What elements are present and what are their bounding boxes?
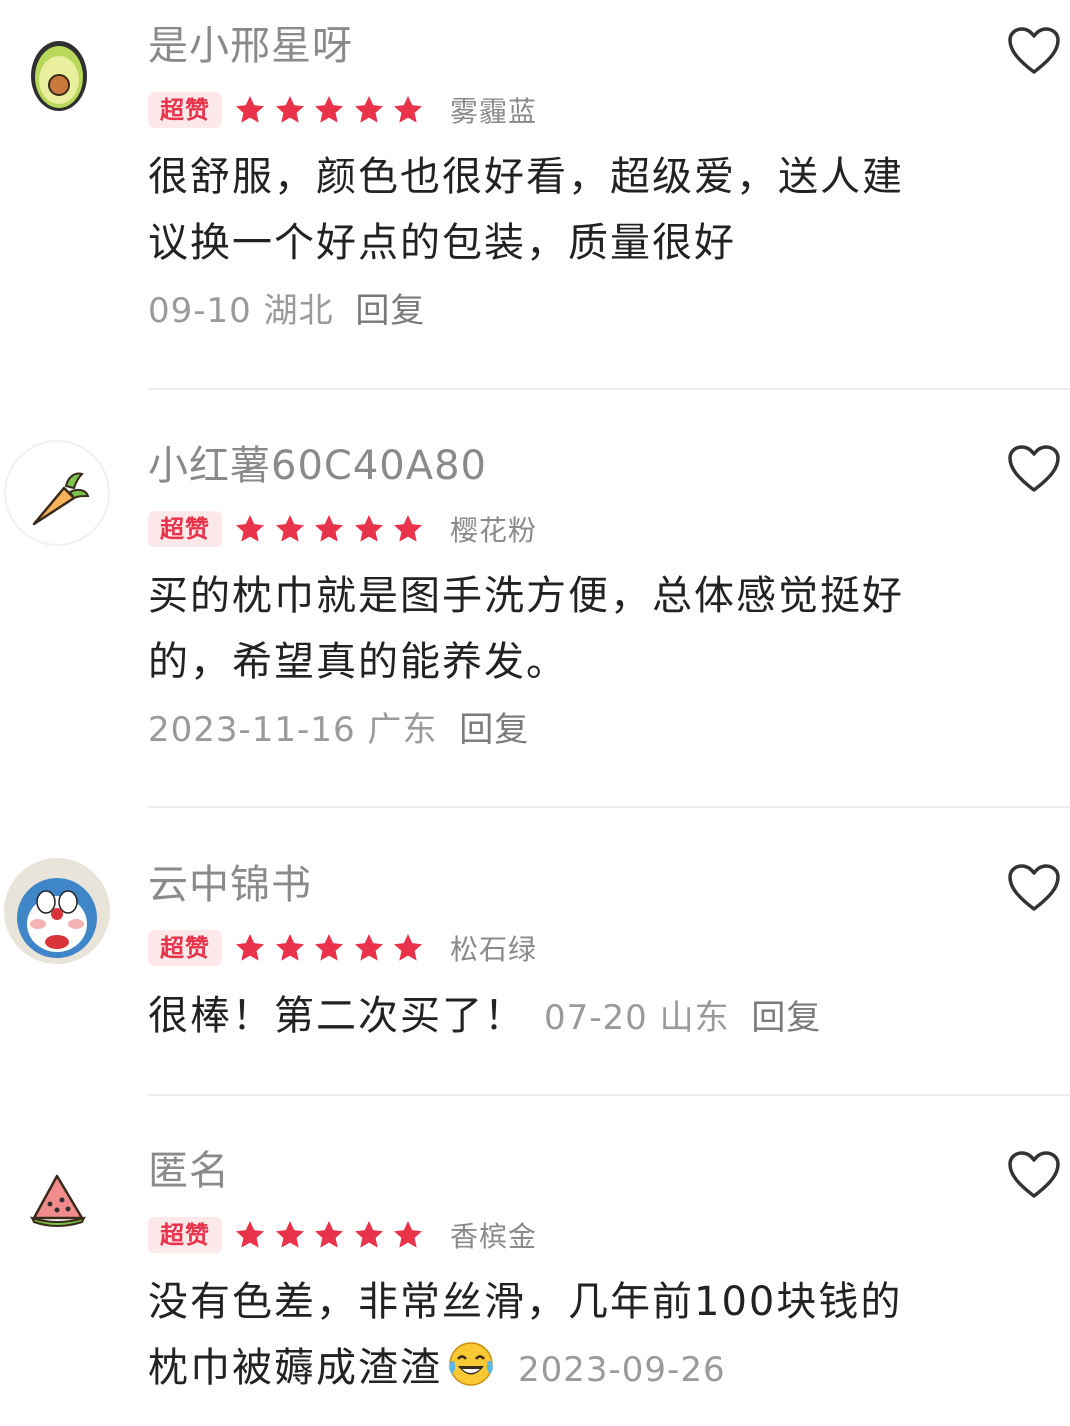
super-like-badge: 超赞 xyxy=(148,511,222,547)
star-rating xyxy=(234,1219,424,1251)
reply-button[interactable]: 回复 xyxy=(355,291,425,331)
review-date: 2023-11-16 xyxy=(148,710,356,750)
like-heart-icon[interactable] xyxy=(1007,444,1061,494)
rating-row: 超赞 香槟金 xyxy=(148,1217,537,1253)
rating-row: 超赞 樱花粉 xyxy=(148,511,537,547)
star-icon xyxy=(315,515,343,542)
review-text: 买的枕巾就是图手洗方便，总体感觉挺好 的，希望真的能养发。 xyxy=(148,563,948,695)
review-text-line: 很棒！第二次买了！ xyxy=(148,993,526,1039)
avatar[interactable] xyxy=(4,858,110,964)
divider xyxy=(148,388,1070,390)
star-icon xyxy=(236,1221,264,1248)
username[interactable]: 是小邢星呀 xyxy=(148,22,353,70)
product-variant: 香槟金 xyxy=(450,1220,538,1253)
rating-row: 超赞 雾霾蓝 xyxy=(148,92,537,128)
reply-button[interactable]: 回复 xyxy=(459,710,529,750)
username[interactable]: 小红薯60C40A80 xyxy=(148,442,487,490)
carrot-icon xyxy=(4,440,110,546)
review-date: 2023-09-26 xyxy=(518,1350,726,1390)
review-region: 山东 xyxy=(659,998,730,1038)
review-text: 很棒！第二次买了！ 07-20 山东 回复 xyxy=(148,983,948,1051)
star-rating xyxy=(234,513,424,545)
avocado-icon xyxy=(4,20,110,126)
username[interactable]: 匿名 xyxy=(148,1147,230,1195)
super-like-badge: 超赞 xyxy=(148,930,222,966)
star-icon xyxy=(394,934,422,961)
review-footer: 07-20 山东 回复 xyxy=(544,998,821,1038)
avatar[interactable] xyxy=(4,20,110,126)
divider xyxy=(148,806,1070,808)
review-date: 07-20 xyxy=(544,998,648,1038)
star-icon xyxy=(354,1221,383,1248)
super-like-badge: 超赞 xyxy=(148,92,222,128)
star-icon xyxy=(275,515,304,542)
star-icon xyxy=(275,96,304,123)
review-region: 湖北 xyxy=(263,291,334,331)
review-text-line: 没有色差，非常丝滑，几年前100块钱的 xyxy=(148,1279,903,1325)
star-icon xyxy=(354,934,383,961)
review-footer: 2023-11-16 广东 回复 xyxy=(148,709,529,751)
watermelon-icon xyxy=(4,1146,110,1252)
star-icon xyxy=(315,1221,343,1248)
laughing-tears-emoji xyxy=(446,1341,496,1407)
star-icon xyxy=(394,515,422,542)
review-text: 很舒服，颜色也很好看，超级爱，送人建 议换一个好点的包装，质量很好 xyxy=(148,144,948,276)
like-heart-icon[interactable] xyxy=(1007,1150,1061,1200)
super-like-badge: 超赞 xyxy=(148,1217,222,1253)
like-heart-icon[interactable] xyxy=(1007,26,1061,76)
star-icon xyxy=(394,1221,422,1248)
review-text-line: 很舒服，颜色也很好看，超级爱，送人建 xyxy=(148,154,904,200)
product-variant: 松石绿 xyxy=(450,933,538,966)
star-icon xyxy=(275,934,304,961)
review-text-line: 议换一个好点的包装，质量很好 xyxy=(148,220,736,266)
review-region: 广东 xyxy=(367,710,438,750)
review-date: 09-10 xyxy=(148,291,252,331)
username[interactable]: 云中锦书 xyxy=(148,861,312,909)
reply-button[interactable]: 回复 xyxy=(751,998,821,1038)
product-variant: 雾霾蓝 xyxy=(450,95,538,128)
star-icon xyxy=(394,96,422,123)
review-footer: 09-10 湖北 回复 xyxy=(148,290,425,332)
star-rating xyxy=(234,94,424,126)
avatar[interactable] xyxy=(4,1146,110,1252)
star-icon xyxy=(354,515,383,542)
like-heart-icon[interactable] xyxy=(1007,863,1061,913)
star-icon xyxy=(236,934,264,961)
divider xyxy=(148,1094,1070,1096)
avatar[interactable] xyxy=(4,440,110,546)
star-icon xyxy=(236,515,264,542)
review-text-line: 枕巾被薅成渣渣 xyxy=(148,1345,442,1391)
star-icon xyxy=(236,96,264,123)
star-icon xyxy=(315,934,343,961)
product-variant: 樱花粉 xyxy=(450,514,538,547)
star-rating xyxy=(234,932,424,964)
star-icon xyxy=(275,1221,304,1248)
review-text: 没有色差，非常丝滑，几年前100块钱的 枕巾被薅成渣渣 2023-09-26 xyxy=(148,1269,948,1407)
rating-row: 超赞 松石绿 xyxy=(148,930,537,966)
star-icon xyxy=(315,96,343,123)
review-text-line: 买的枕巾就是图手洗方便，总体感觉挺好 xyxy=(148,573,904,619)
doraemon-avatar xyxy=(4,858,110,964)
review-text-line: 的，希望真的能养发。 xyxy=(148,639,568,685)
star-icon xyxy=(354,96,383,123)
